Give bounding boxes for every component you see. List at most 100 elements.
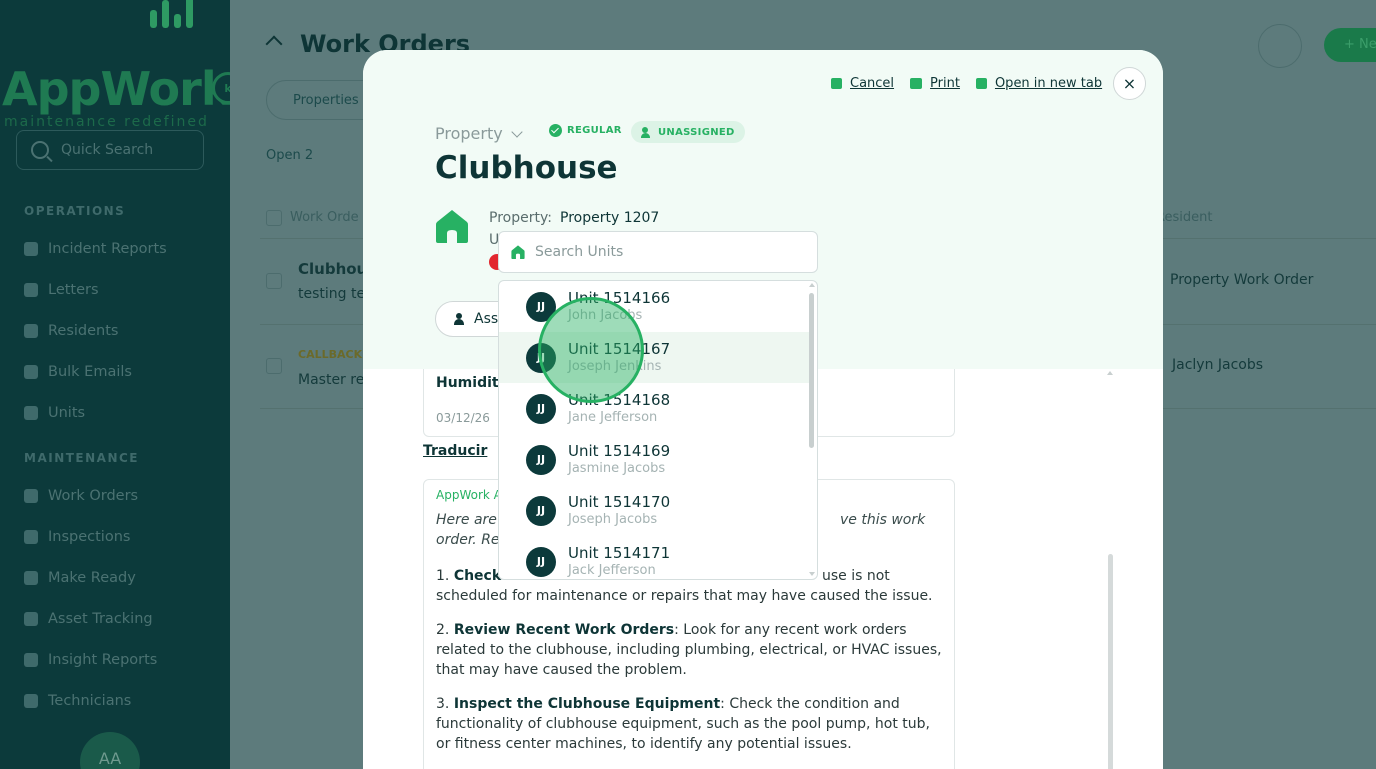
quick-search-placeholder: Quick Search — [61, 142, 154, 158]
paint-icon — [24, 571, 38, 585]
work-order-modal: Cancel Print Open in new tab × Property … — [363, 50, 1163, 769]
unit-avatar: JJ — [526, 495, 556, 526]
new-button[interactable]: + New — [1324, 28, 1376, 62]
row2-resident: Jaclyn Jacobs — [1172, 357, 1264, 373]
logo-text: AppWork — [2, 62, 231, 116]
search-units-field[interactable] — [498, 231, 818, 273]
clipboard-icon — [24, 530, 38, 544]
open-new-tab-label: Open in new tab — [994, 76, 1103, 91]
cancel-icon — [831, 78, 842, 89]
unit-option[interactable]: JJ Unit 1514171 Jack Jefferson — [499, 536, 809, 579]
sidebar-item-technicians[interactable]: Technicians — [24, 693, 131, 709]
sidebar-item-label: Bulk Emails — [48, 364, 132, 380]
open-new-tab-link[interactable]: Open in new tab — [975, 76, 1103, 91]
ai-intro-b: ve this work — [840, 512, 926, 528]
sidebar-item-make-ready[interactable]: Make Ready — [24, 570, 136, 586]
sidebar-item-inspections[interactable]: Inspections — [24, 529, 130, 545]
unit-option[interactable]: JJ Unit 1514170 Joseph Jacobs — [499, 485, 809, 536]
row-checkbox[interactable] — [266, 273, 282, 289]
house-icon — [436, 210, 468, 243]
report-icon — [24, 242, 38, 256]
unit-avatar: JJ — [526, 546, 556, 577]
sidebar-item-asset-tracking[interactable]: Asset Tracking — [24, 611, 153, 627]
col-resident[interactable]: Resident — [1156, 210, 1212, 225]
sidebar-item-label: Asset Tracking — [48, 611, 153, 627]
chevron-down-icon — [511, 125, 523, 138]
step-number: 1. — [436, 568, 450, 584]
unit-option[interactable]: JJ Unit 1514168 Jane Jefferson — [499, 383, 809, 434]
app-logo[interactable]: AppWork k maintenance redefined — [0, 0, 244, 130]
ai-step-3: 3. Inspect the Clubhouse Equipment: Chec… — [436, 694, 946, 754]
unit-option[interactable]: JJ Unit 1514169 Jasmine Jacobs — [499, 434, 809, 485]
person-icon — [454, 313, 464, 325]
sidebar-item-units[interactable]: Units — [24, 405, 85, 421]
chevron-up-icon[interactable] — [265, 35, 283, 53]
unit-name: Unit 1514171 — [568, 543, 671, 562]
cancel-link[interactable]: Cancel — [831, 76, 894, 91]
user-plus-icon — [641, 126, 653, 138]
row-checkbox[interactable] — [266, 358, 282, 374]
sidebar-item-label: Inspections — [48, 529, 131, 545]
print-link[interactable]: Print — [910, 76, 960, 91]
select-all-checkbox[interactable] — [266, 210, 282, 226]
logo-tagline: maintenance redefined — [4, 114, 209, 130]
sidebar-item-incident-reports[interactable]: Incident Reports — [24, 241, 167, 257]
scroll-up-arrow[interactable] — [809, 283, 815, 287]
body-scrollbar[interactable] — [1108, 554, 1113, 769]
row1-resident: Property Work Order — [1170, 272, 1314, 288]
ai-step-2: 2. Review Recent Work Orders: Look for a… — [436, 620, 946, 680]
user-avatar[interactable]: AA — [80, 732, 140, 769]
unassigned-badge-label: UNASSIGNED — [658, 126, 735, 138]
modal-actions: Cancel Print Open in new tab — [831, 76, 1118, 91]
sidebar-item-residents[interactable]: Residents — [24, 323, 118, 339]
sidebar-item-work-orders[interactable]: Work Orders — [24, 488, 138, 504]
col-work-order[interactable]: Work Orde — [290, 210, 359, 225]
sidebar-item-insight-reports[interactable]: Insight Reports — [24, 652, 157, 668]
unit-avatar: JJ — [526, 393, 556, 424]
ai-intro-a: Here are — [436, 512, 497, 528]
unit-avatar: JJ — [526, 444, 556, 475]
sidebar-item-bulk-emails[interactable]: Bulk Emails — [24, 364, 132, 380]
quick-search[interactable]: Quick Search — [16, 130, 204, 170]
printer-icon — [910, 78, 923, 89]
external-link-icon — [975, 78, 987, 89]
row1-title[interactable]: Clubhou — [298, 260, 367, 278]
unit-resident: Joseph Jacobs — [568, 511, 658, 527]
unit-resident: Jasmine Jacobs — [568, 460, 666, 476]
open-count[interactable]: Open 2 — [266, 148, 313, 163]
unit-resident: Jack Jefferson — [568, 562, 656, 578]
link-button[interactable] — [1258, 24, 1302, 68]
translate-link[interactable]: Traducir — [423, 443, 487, 459]
sidebar-item-label: Insight Reports — [48, 652, 158, 668]
unassigned-badge[interactable]: UNASSIGNED — [631, 121, 745, 143]
regular-badge: REGULAR — [549, 124, 622, 137]
click-indicator — [538, 297, 644, 403]
email-icon — [24, 365, 38, 379]
print-label: Print — [930, 76, 960, 91]
category-dropdown[interactable]: Property — [435, 124, 523, 143]
sidebar-item-letters[interactable]: Letters — [24, 282, 99, 298]
section-maintenance: MAINTENANCE — [24, 451, 139, 465]
sidebar-item-label: Units — [48, 405, 86, 421]
sidebar: AppWork k maintenance redefined Quick Se… — [0, 0, 244, 769]
scroll-up-arrow[interactable] — [1107, 371, 1113, 375]
close-button[interactable]: × — [1113, 67, 1146, 100]
step-number: 2. — [436, 622, 450, 638]
unit-resident: Jane Jefferson — [568, 409, 658, 425]
scroll-down-arrow[interactable] — [809, 572, 815, 576]
unit-name: Unit 1514169 — [568, 441, 671, 460]
check-circle-icon — [549, 124, 562, 137]
step-heading: Review Recent Work Orders — [453, 622, 675, 638]
row2-title[interactable]: Master re — [298, 372, 364, 388]
dropdown-scrollbar[interactable] — [809, 293, 814, 448]
search-units-input[interactable] — [535, 244, 795, 260]
technician-icon — [24, 694, 38, 708]
step-number: 3. — [436, 696, 450, 712]
note-title: Humidity — [436, 375, 508, 391]
step-text: use is not — [822, 568, 890, 584]
sidebar-item-label: Work Orders — [48, 488, 139, 504]
property-value: Property 1207 — [560, 210, 660, 226]
row1-subtitle: testing te — [298, 286, 366, 302]
row2-tag: CALLBACK — [298, 348, 363, 361]
home-icon — [24, 406, 38, 420]
